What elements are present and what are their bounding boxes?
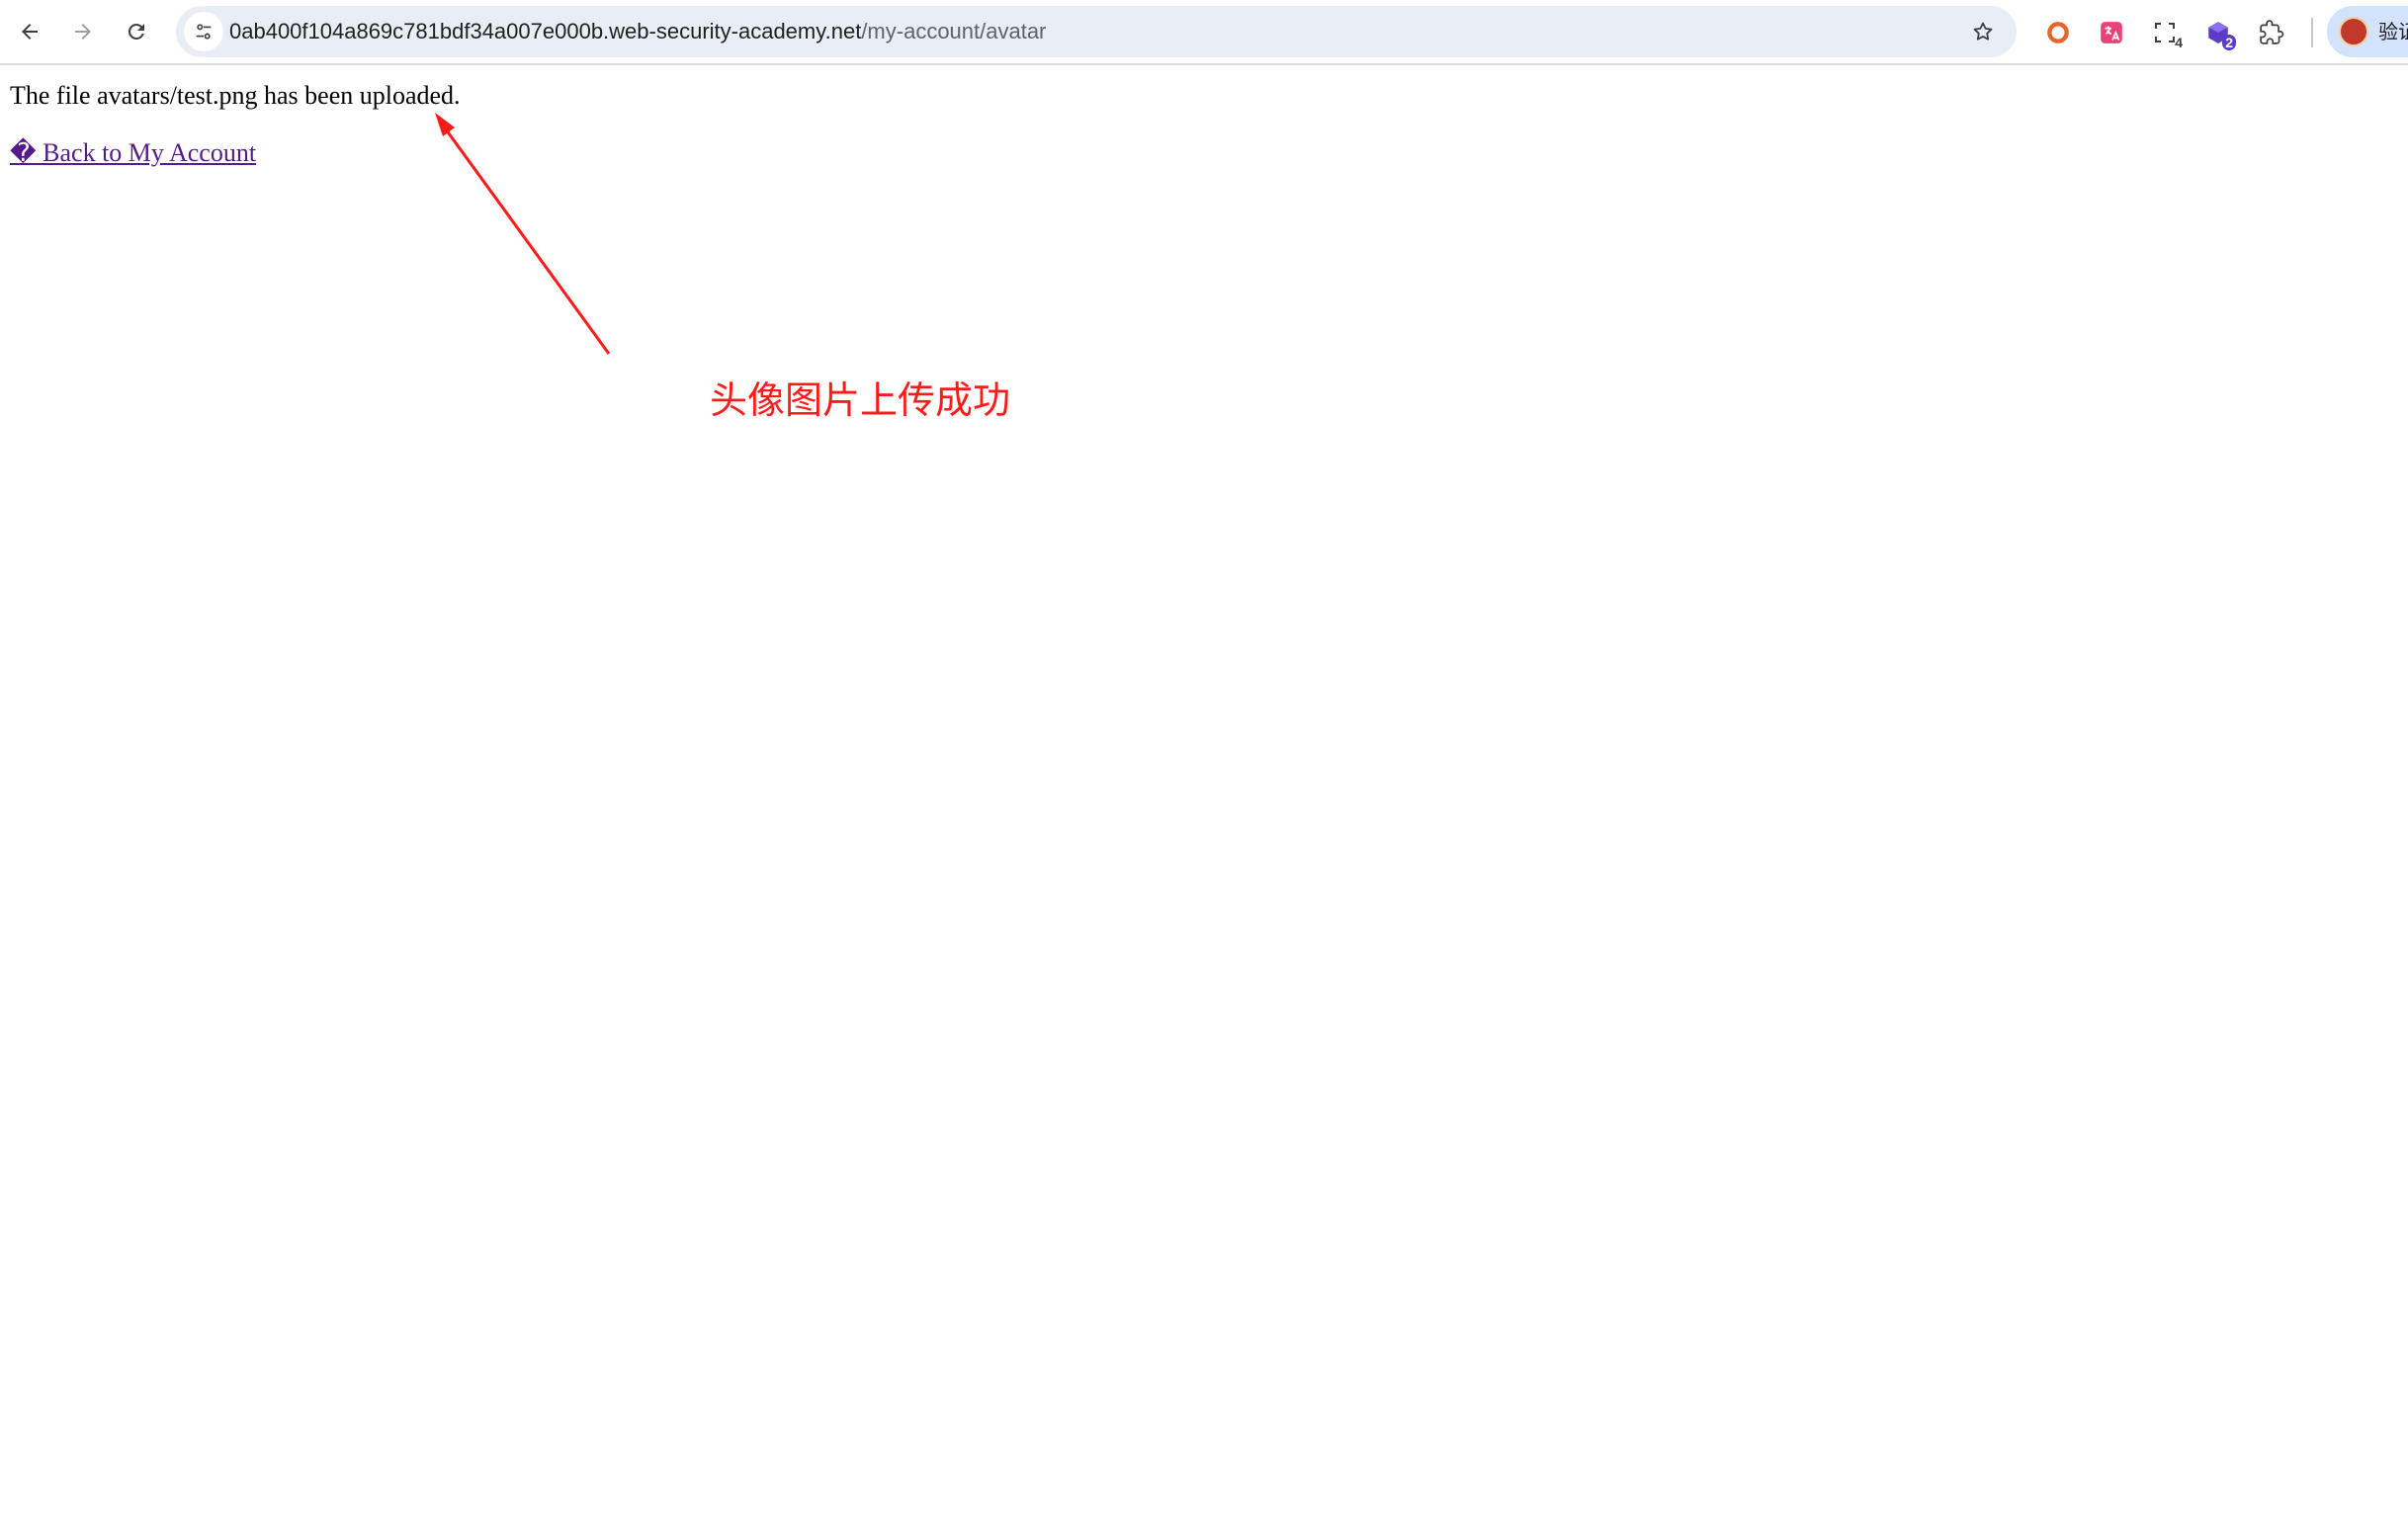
profile-button[interactable]: 验证 [2327,6,2408,57]
page-content: The file avatars/test.png has been uploa… [0,65,2408,1514]
extension-badge: 2 [2222,35,2236,50]
toolbar-divider [2311,18,2313,47]
back-to-account-link[interactable]: � Back to My Account [10,138,256,168]
reload-icon [128,23,144,40]
back-button[interactable] [10,12,49,51]
profile-avatar [2339,17,2368,46]
bookmark-button[interactable] [1967,16,1999,47]
url-host: 0ab400f104a869c781bdf34a007e000b.web-sec… [229,19,862,43]
profile-label: 验证 [2378,20,2408,43]
translate-extension-icon [2101,22,2122,43]
extension-badge: 4 [2175,35,2183,50]
orange-ring-extension-icon [2047,22,2069,43]
upload-success-message: The file avatars/test.png has been uploa… [10,81,461,110]
url-text[interactable]: 0ab400f104a869c781bdf34a007e000b.web-sec… [229,6,1046,57]
forward-button[interactable] [63,12,103,51]
back-arrow-icon [22,24,38,40]
screenshot-extension-icon [2155,23,2175,42]
url-path: /my-account/avatar [861,19,1047,43]
screenshot-extension[interactable]: 4 [2145,13,2185,52]
translate-extension[interactable] [2092,13,2131,52]
orange-ring-extension[interactable] [2038,13,2078,52]
bookmark-star-icon [1973,22,1993,41]
extensions-menu-button[interactable] [2252,13,2291,52]
puzzle-extensions-icon [2260,20,2284,44]
annotation-label: 头像图片上传成功 [710,378,1011,422]
browser-toolbar: 0ab400f104a869c781bdf34a007e000b.web-sec… [0,0,2408,65]
address-bar[interactable]: 0ab400f104a869c781bdf34a007e000b.web-sec… [176,6,2017,57]
reload-button[interactable] [117,12,156,51]
site-settings-button[interactable] [184,12,223,51]
site-settings-icon [196,24,212,40]
cube-extension[interactable]: 2 [2198,13,2238,52]
forward-arrow-icon [75,24,91,40]
